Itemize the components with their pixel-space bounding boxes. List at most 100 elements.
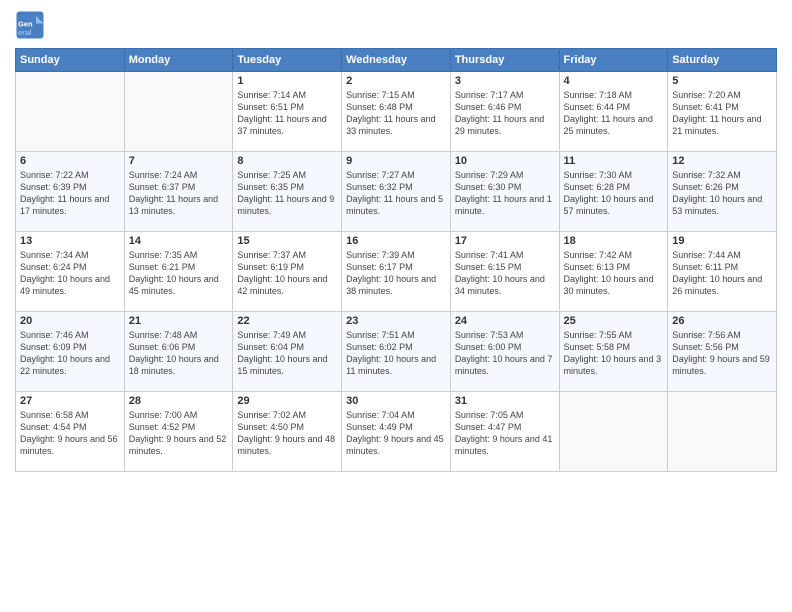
calendar-cell: 2 Sunrise: 7:15 AM Sunset: 6:48 PM Daylig…	[342, 72, 451, 152]
day-info: Sunrise: 7:42 AM Sunset: 6:13 PM Dayligh…	[564, 249, 664, 298]
week-row-0: 1 Sunrise: 7:14 AM Sunset: 6:51 PM Daylig…	[16, 72, 777, 152]
day-info: Sunrise: 7:51 AM Sunset: 6:02 PM Dayligh…	[346, 329, 446, 378]
day-number: 10	[455, 155, 555, 167]
day-number: 21	[129, 315, 229, 327]
calendar-cell: 6 Sunrise: 7:22 AM Sunset: 6:39 PM Daylig…	[16, 152, 125, 232]
calendar-cell: 12Sunrise: 7:32 AM Sunset: 6:26 PM Dayli…	[668, 152, 777, 232]
calendar-cell: 15Sunrise: 7:37 AM Sunset: 6:19 PM Dayli…	[233, 232, 342, 312]
day-number: 14	[129, 235, 229, 247]
week-row-3: 20 Sunrise: 7:46 AM Sunset: 6:09 PM Dayli…	[16, 312, 777, 392]
day-number: 2	[346, 75, 446, 87]
header-cell-friday: Friday	[559, 49, 668, 72]
calendar-cell: 30 Sunrise: 7:04 AM Sunset: 4:49 PM Dayli…	[342, 392, 451, 472]
day-number: 16	[346, 235, 446, 247]
header-cell-saturday: Saturday	[668, 49, 777, 72]
calendar-cell	[559, 392, 668, 472]
day-number: 8	[237, 155, 337, 167]
day-info: Sunrise: 7:00 AM Sunset: 4:52 PM Dayligh…	[129, 409, 229, 458]
day-info: Sunrise: 7:55 AM Sunset: 5:58 PM Dayligh…	[564, 329, 664, 378]
logo: Gen eral	[15, 10, 49, 40]
day-number: 6	[20, 155, 120, 167]
day-number: 30	[346, 395, 446, 407]
calendar-cell: 3 Sunrise: 7:17 AM Sunset: 6:46 PM Daylig…	[450, 72, 559, 152]
calendar-cell: 17 Sunrise: 7:41 AM Sunset: 6:15 PM Dayli…	[450, 232, 559, 312]
day-info: Sunrise: 7:35 AM Sunset: 6:21 PM Dayligh…	[129, 249, 229, 298]
header-cell-monday: Monday	[124, 49, 233, 72]
header-cell-tuesday: Tuesday	[233, 49, 342, 72]
day-info: Sunrise: 7:41 AM Sunset: 6:15 PM Dayligh…	[455, 249, 555, 298]
day-info: Sunrise: 7:49 AM Sunset: 6:04 PM Dayligh…	[237, 329, 337, 378]
calendar-cell: 9 Sunrise: 7:27 AM Sunset: 6:32 PM Daylig…	[342, 152, 451, 232]
week-row-4: 27 Sunrise: 6:58 AM Sunset: 4:54 PM Dayli…	[16, 392, 777, 472]
day-number: 13	[20, 235, 120, 247]
day-number: 31	[455, 395, 555, 407]
day-number: 15	[237, 235, 337, 247]
header-cell-sunday: Sunday	[16, 49, 125, 72]
calendar-cell: 19 Sunrise: 7:44 AM Sunset: 6:11 PM Dayli…	[668, 232, 777, 312]
calendar-cell: 24 Sunrise: 7:53 AM Sunset: 6:00 PM Dayli…	[450, 312, 559, 392]
calendar-cell: 16 Sunrise: 7:39 AM Sunset: 6:17 PM Dayli…	[342, 232, 451, 312]
day-info: Sunrise: 7:53 AM Sunset: 6:00 PM Dayligh…	[455, 329, 555, 378]
calendar-cell: 4 Sunrise: 7:18 AM Sunset: 6:44 PM Daylig…	[559, 72, 668, 152]
header-cell-thursday: Thursday	[450, 49, 559, 72]
calendar-cell: 11 Sunrise: 7:30 AM Sunset: 6:28 PM Dayli…	[559, 152, 668, 232]
day-info: Sunrise: 7:48 AM Sunset: 6:06 PM Dayligh…	[129, 329, 229, 378]
calendar-cell	[668, 392, 777, 472]
day-info: Sunrise: 7:04 AM Sunset: 4:49 PM Dayligh…	[346, 409, 446, 458]
day-number: 1	[237, 75, 337, 87]
day-number: 24	[455, 315, 555, 327]
day-number: 3	[455, 75, 555, 87]
header-row: SundayMondayTuesdayWednesdayThursdayFrid…	[16, 49, 777, 72]
day-number: 17	[455, 235, 555, 247]
day-info: Sunrise: 7:17 AM Sunset: 6:46 PM Dayligh…	[455, 89, 555, 138]
day-info: Sunrise: 7:14 AM Sunset: 6:51 PM Dayligh…	[237, 89, 337, 138]
calendar-header: SundayMondayTuesdayWednesdayThursdayFrid…	[16, 49, 777, 72]
day-info: Sunrise: 7:46 AM Sunset: 6:09 PM Dayligh…	[20, 329, 120, 378]
calendar-cell: 7Sunrise: 7:24 AM Sunset: 6:37 PM Daylig…	[124, 152, 233, 232]
day-info: Sunrise: 7:25 AM Sunset: 6:35 PM Dayligh…	[237, 169, 337, 218]
week-row-2: 13 Sunrise: 7:34 AM Sunset: 6:24 PM Dayli…	[16, 232, 777, 312]
day-info: Sunrise: 7:02 AM Sunset: 4:50 PM Dayligh…	[237, 409, 337, 458]
calendar-cell: 23 Sunrise: 7:51 AM Sunset: 6:02 PM Dayli…	[342, 312, 451, 392]
calendar-cell: 28Sunrise: 7:00 AM Sunset: 4:52 PM Dayli…	[124, 392, 233, 472]
calendar-cell: 20 Sunrise: 7:46 AM Sunset: 6:09 PM Dayli…	[16, 312, 125, 392]
day-info: Sunrise: 7:29 AM Sunset: 6:30 PM Dayligh…	[455, 169, 555, 218]
calendar-cell: 13 Sunrise: 7:34 AM Sunset: 6:24 PM Dayli…	[16, 232, 125, 312]
day-number: 29	[237, 395, 337, 407]
week-row-1: 6 Sunrise: 7:22 AM Sunset: 6:39 PM Daylig…	[16, 152, 777, 232]
day-info: Sunrise: 7:27 AM Sunset: 6:32 PM Dayligh…	[346, 169, 446, 218]
day-info: Sunrise: 7:22 AM Sunset: 6:39 PM Dayligh…	[20, 169, 120, 218]
calendar-cell: 1 Sunrise: 7:14 AM Sunset: 6:51 PM Daylig…	[233, 72, 342, 152]
header: Gen eral	[15, 10, 777, 40]
day-info: Sunrise: 6:58 AM Sunset: 4:54 PM Dayligh…	[20, 409, 120, 458]
day-number: 4	[564, 75, 664, 87]
svg-text:eral: eral	[18, 28, 31, 37]
day-info: Sunrise: 7:20 AM Sunset: 6:41 PM Dayligh…	[672, 89, 772, 138]
day-number: 11	[564, 155, 664, 167]
calendar-cell: 14 Sunrise: 7:35 AM Sunset: 6:21 PM Dayli…	[124, 232, 233, 312]
day-info: Sunrise: 7:34 AM Sunset: 6:24 PM Dayligh…	[20, 249, 120, 298]
calendar-cell: 21 Sunrise: 7:48 AM Sunset: 6:06 PM Dayli…	[124, 312, 233, 392]
calendar-cell: 8 Sunrise: 7:25 AM Sunset: 6:35 PM Daylig…	[233, 152, 342, 232]
day-info: Sunrise: 7:44 AM Sunset: 6:11 PM Dayligh…	[672, 249, 772, 298]
day-number: 20	[20, 315, 120, 327]
day-number: 18	[564, 235, 664, 247]
day-number: 9	[346, 155, 446, 167]
page: Gen eral SundayMondayTuesdayWednesdayThu…	[0, 0, 792, 612]
day-info: Sunrise: 7:39 AM Sunset: 6:17 PM Dayligh…	[346, 249, 446, 298]
calendar-cell: 5 Sunrise: 7:20 AM Sunset: 6:41 PM Daylig…	[668, 72, 777, 152]
calendar-cell: 29 Sunrise: 7:02 AM Sunset: 4:50 PM Dayli…	[233, 392, 342, 472]
day-number: 25	[564, 315, 664, 327]
day-info: Sunrise: 7:15 AM Sunset: 6:48 PM Dayligh…	[346, 89, 446, 138]
day-number: 19	[672, 235, 772, 247]
day-info: Sunrise: 7:05 AM Sunset: 4:47 PM Dayligh…	[455, 409, 555, 458]
day-number: 23	[346, 315, 446, 327]
day-info: Sunrise: 7:30 AM Sunset: 6:28 PM Dayligh…	[564, 169, 664, 218]
day-info: Sunrise: 7:56 AM Sunset: 5:56 PM Dayligh…	[672, 329, 772, 378]
day-number: 7	[129, 155, 229, 167]
calendar-cell: 10 Sunrise: 7:29 AM Sunset: 6:30 PM Dayli…	[450, 152, 559, 232]
day-number: 5	[672, 75, 772, 87]
day-info: Sunrise: 7:18 AM Sunset: 6:44 PM Dayligh…	[564, 89, 664, 138]
day-number: 27	[20, 395, 120, 407]
calendar-cell: 25 Sunrise: 7:55 AM Sunset: 5:58 PM Dayli…	[559, 312, 668, 392]
